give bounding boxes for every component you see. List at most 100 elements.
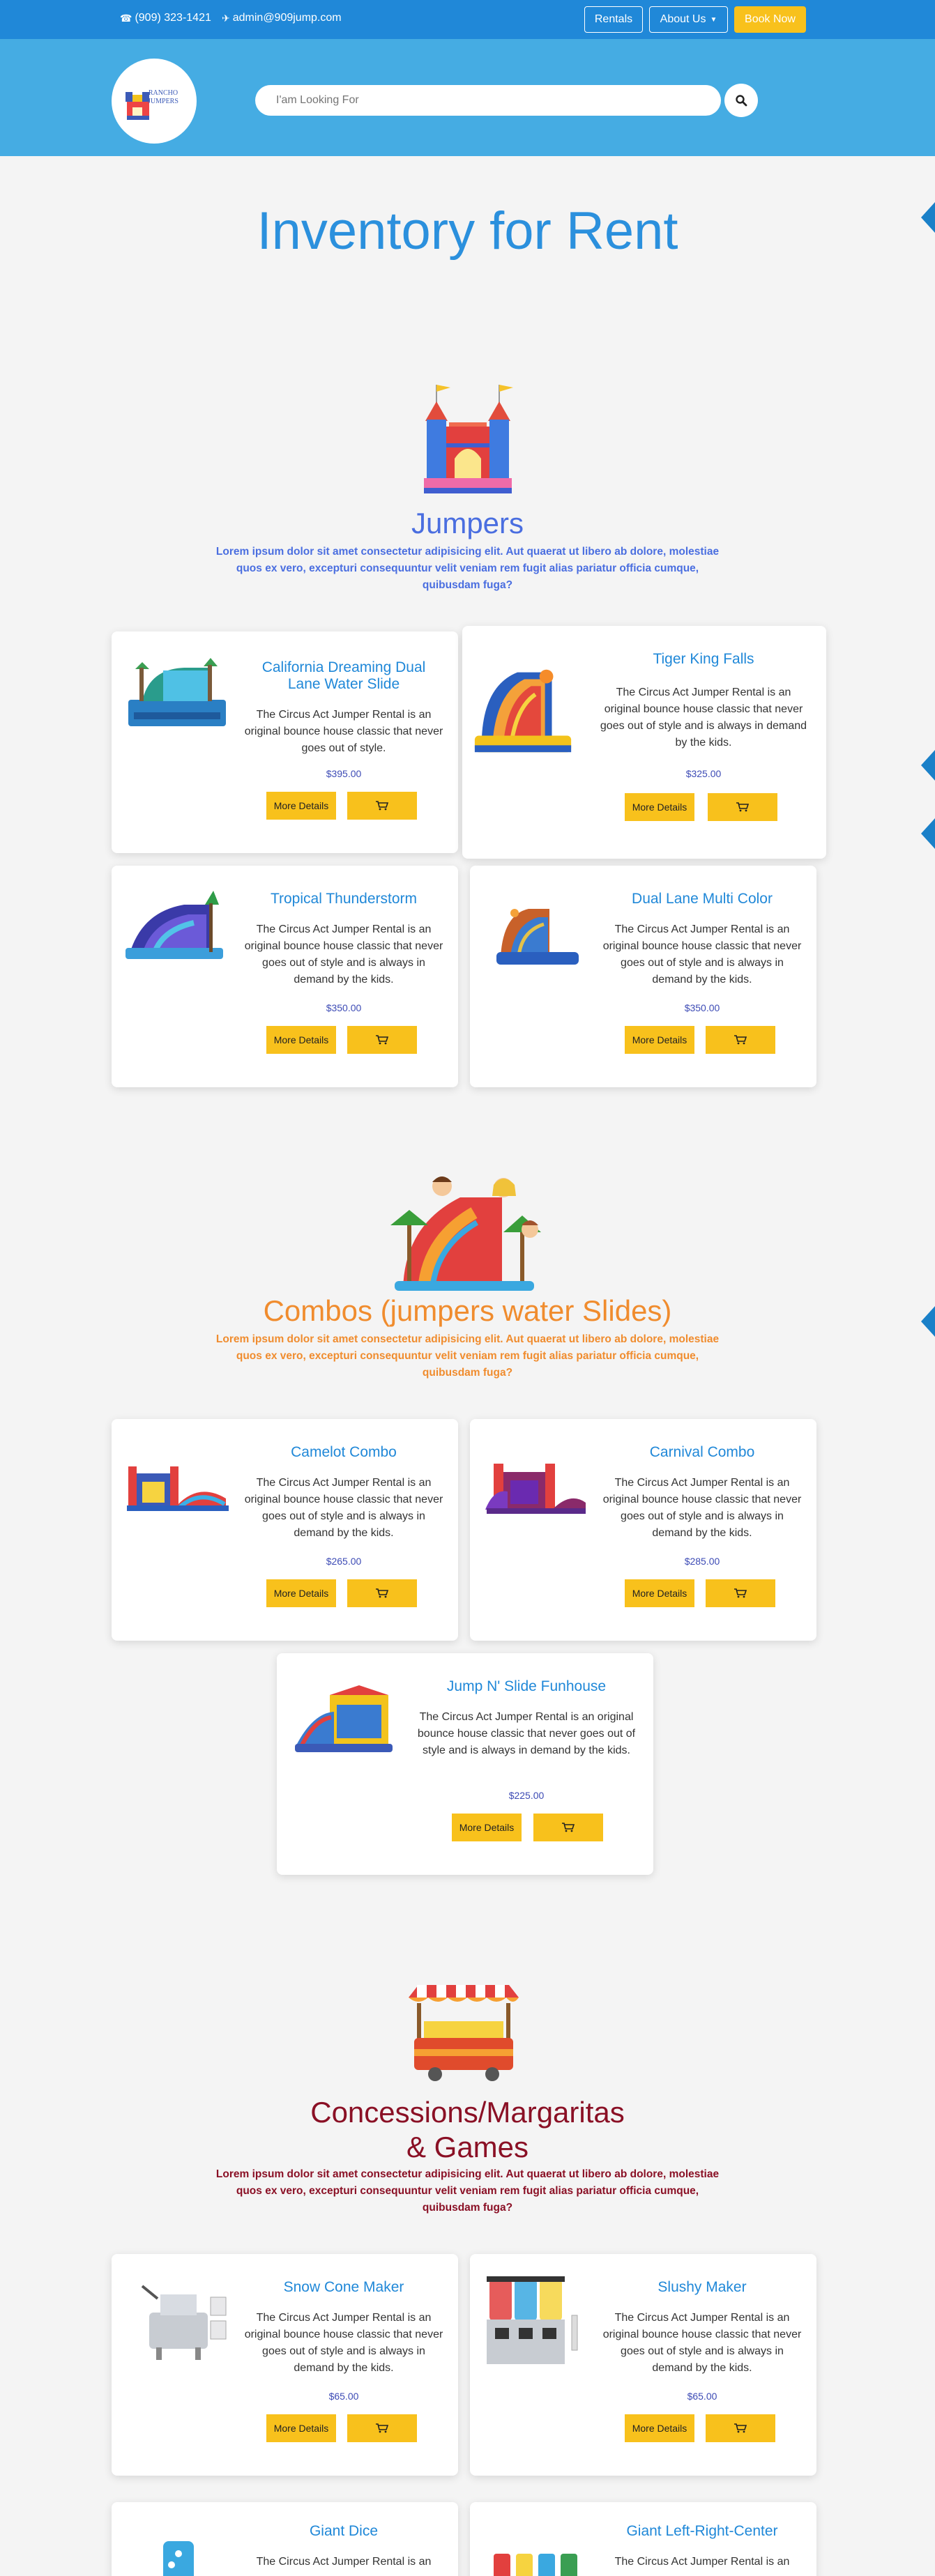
more-details-button[interactable]: More Details <box>266 1026 336 1054</box>
site-header: RANCHO JUMPERS <box>0 39 935 156</box>
add-to-cart-button[interactable] <box>347 1579 417 1607</box>
product-card: Carnival Combo The Circus Act Jumper Ren… <box>470 1419 816 1641</box>
product-price: $285.00 <box>684 1556 720 1567</box>
caret-down-icon: ▼ <box>710 15 717 24</box>
product-card: Giant Left-Right-Center The Circus Act J… <box>470 2502 816 2576</box>
product-description: The Circus Act Jumper Rental is an <box>614 2556 790 2568</box>
product-name[interactable]: Dual Lane Multi Color <box>602 891 802 907</box>
section-title-line1: Concessions/Margaritas <box>310 2096 625 2129</box>
section-title-jumpers: Jumpers <box>411 507 524 539</box>
add-to-cart-button[interactable] <box>706 1579 775 1607</box>
product-description: The Circus Act Jumper Rental is an origi… <box>244 923 443 986</box>
logo-text: RANCHO JUMPERS <box>148 89 178 106</box>
product-card: Tropical Thunderstorm The Circus Act Jum… <box>112 866 458 1087</box>
product-image <box>126 891 223 959</box>
top-bar: ☎ (909) 323-1421 ✈ admin@909jump.com Ren… <box>0 0 935 39</box>
product-description: The Circus Act Jumper Rental is an origi… <box>244 1477 443 1539</box>
water-slide-kids-icon <box>390 1176 541 1291</box>
search-input[interactable] <box>255 85 721 116</box>
site-logo[interactable]: RANCHO JUMPERS <box>112 59 197 144</box>
cart-icon <box>376 1035 388 1045</box>
add-to-cart-button[interactable] <box>533 1814 603 1841</box>
more-details-button[interactable]: More Details <box>452 1814 522 1841</box>
more-details-button[interactable]: More Details <box>266 1579 336 1607</box>
product-price: $350.00 <box>684 1002 720 1013</box>
add-to-cart-button[interactable] <box>347 2414 417 2442</box>
book-now-button[interactable]: Book Now <box>734 6 806 33</box>
product-name[interactable]: Snow Cone Maker <box>244 2279 443 2296</box>
search-bar <box>255 85 721 116</box>
logo-text-line2: JUMPERS <box>148 98 178 105</box>
product-name[interactable]: Giant Dice <box>244 2523 443 2540</box>
cart-icon <box>376 1588 388 1598</box>
cart-icon <box>734 1035 747 1045</box>
product-name[interactable]: Jump N' Slide Funhouse <box>415 1678 638 1695</box>
product-price: $65.00 <box>687 2391 717 2402</box>
add-to-cart-button[interactable] <box>347 1026 417 1054</box>
cart-icon <box>376 801 388 811</box>
product-description: The Circus Act Jumper Rental is an origi… <box>602 2312 802 2374</box>
product-card: Tiger King Falls The Circus Act Jumper R… <box>462 626 826 859</box>
about-us-dropdown[interactable]: About Us ▼ <box>649 6 728 33</box>
product-image <box>496 909 579 965</box>
product-image <box>487 2276 578 2364</box>
product-name[interactable]: Tiger King Falls <box>598 651 809 668</box>
concession-cart-icon <box>409 1985 519 2081</box>
product-image <box>494 2554 577 2576</box>
phone-number: (909) 323-1421 <box>135 12 211 24</box>
book-now-label: Book Now <box>745 13 796 25</box>
product-image <box>474 669 572 753</box>
logo-text-line1: RANCHO <box>148 89 178 97</box>
product-card: Slushy Maker The Circus Act Jumper Renta… <box>470 2254 816 2476</box>
add-to-cart-button[interactable] <box>706 1026 775 1054</box>
product-card: California Dreaming Dual Lane Water Slid… <box>112 631 458 853</box>
cart-icon <box>376 2423 388 2433</box>
more-details-button[interactable]: More Details <box>625 2414 694 2442</box>
product-card: Camelot Combo The Circus Act Jumper Rent… <box>112 1419 458 1641</box>
rentals-button[interactable]: Rentals <box>584 6 643 33</box>
side-tab-arrow[interactable] <box>921 818 935 849</box>
search-icon <box>736 95 747 107</box>
product-card: Jump N' Slide Funhouse The Circus Act Ju… <box>277 1653 653 1875</box>
product-name[interactable]: Camelot Combo <box>244 1444 443 1461</box>
product-card: Dual Lane Multi Color The Circus Act Jum… <box>470 866 816 1087</box>
section-title-line2: & Games <box>406 2131 529 2163</box>
more-details-button[interactable]: More Details <box>266 2414 336 2442</box>
product-name[interactable]: Slushy Maker <box>602 2279 802 2296</box>
product-name[interactable]: California Dreaming Dual Lane Water Slid… <box>244 659 443 693</box>
product-name[interactable]: Tropical Thunderstorm <box>244 891 443 907</box>
email-contact[interactable]: ✈ admin@909jump.com <box>222 12 342 24</box>
more-details-button[interactable]: More Details <box>625 793 694 821</box>
section-description-concessions: Lorem ipsum dolor sit amet consectetur a… <box>215 2168 720 2214</box>
product-image <box>295 1685 393 1752</box>
product-price: $265.00 <box>326 1556 362 1567</box>
section-title-concessions: Concessions/Margaritas & Games <box>0 2095 935 2165</box>
product-name[interactable]: Carnival Combo <box>602 1444 802 1461</box>
cart-icon <box>734 2423 747 2433</box>
phone-contact[interactable]: ☎ (909) 323-1421 <box>120 12 211 24</box>
rentals-label: Rentals <box>594 13 633 25</box>
product-image <box>128 658 226 726</box>
product-price: $325.00 <box>685 768 722 779</box>
more-details-button[interactable]: More Details <box>625 1026 694 1054</box>
section-description-combos: Lorem ipsum dolor sit amet consectetur a… <box>215 1333 720 1379</box>
more-details-button[interactable]: More Details <box>266 792 336 820</box>
product-name[interactable]: Giant Left-Right-Center <box>602 2523 802 2540</box>
product-description: The Circus Act Jumper Rental is an origi… <box>602 923 802 986</box>
cart-icon <box>736 802 749 812</box>
section-description-jumpers: Lorem ipsum dolor sit amet consectetur a… <box>215 546 720 591</box>
add-to-cart-button[interactable] <box>708 793 777 821</box>
add-to-cart-button[interactable] <box>347 792 417 820</box>
product-card: Giant Dice The Circus Act Jumper Rental … <box>112 2502 458 2576</box>
product-description: The Circus Act Jumper Rental is an <box>256 2556 432 2568</box>
more-details-button[interactable]: More Details <box>625 1579 694 1607</box>
search-button[interactable] <box>724 84 758 117</box>
product-price: $65.00 <box>328 2391 359 2402</box>
product-description: The Circus Act Jumper Rental is an origi… <box>417 1711 636 1756</box>
product-description: The Circus Act Jumper Rental is an origi… <box>600 687 807 749</box>
side-tab-arrow[interactable] <box>921 750 935 781</box>
bounce-castle-icon <box>424 385 513 493</box>
phone-icon: ☎ <box>120 12 132 24</box>
product-price: $225.00 <box>508 1790 545 1801</box>
add-to-cart-button[interactable] <box>706 2414 775 2442</box>
